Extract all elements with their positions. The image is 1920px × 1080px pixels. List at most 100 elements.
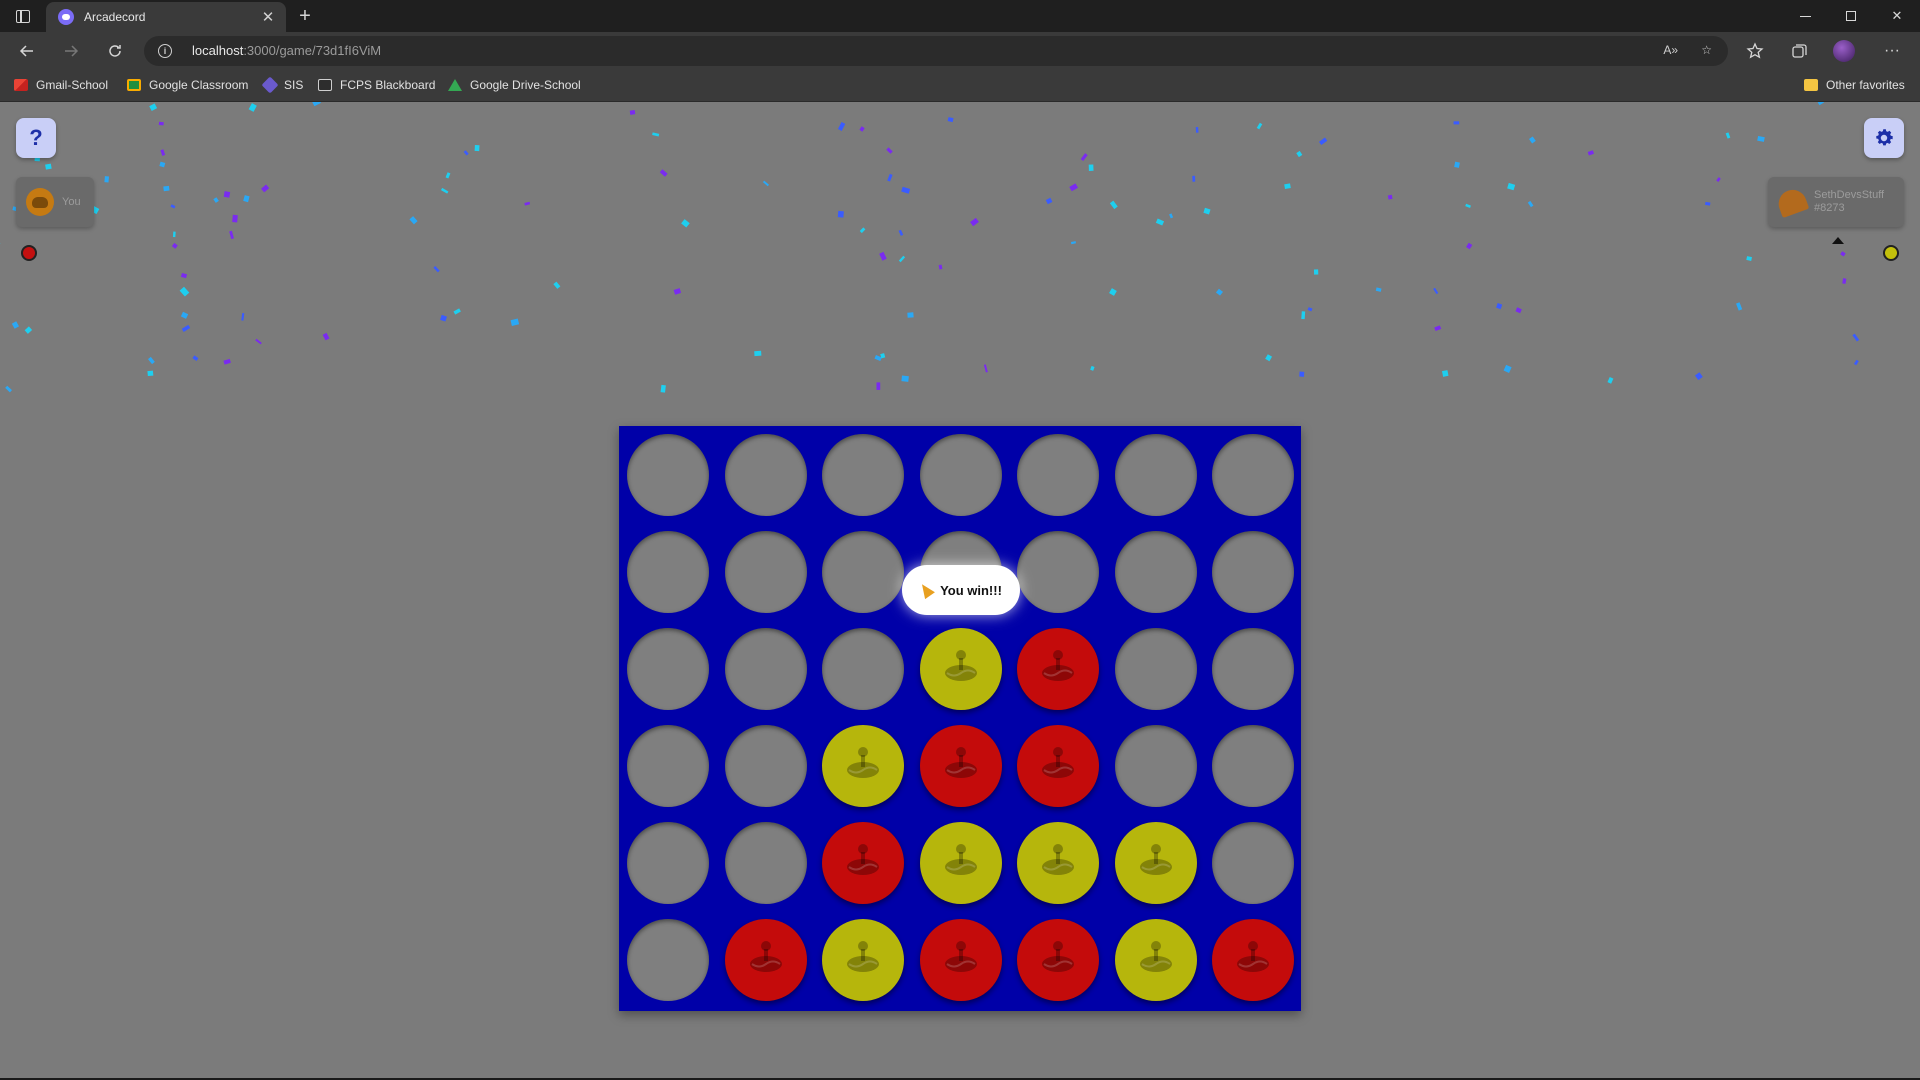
add-favorite-icon[interactable]: ☆ <box>1701 43 1712 57</box>
refresh-button[interactable] <box>100 36 130 66</box>
empty-slot[interactable] <box>1212 531 1294 613</box>
back-button[interactable] <box>12 36 42 66</box>
confetti-piece <box>192 355 199 361</box>
player-name: SethDevsStuff #8273 <box>1814 189 1884 215</box>
empty-slot[interactable] <box>919 434 1002 516</box>
confetti-piece <box>1515 307 1522 314</box>
red-piece <box>724 919 807 1001</box>
confetti-piece <box>1757 135 1765 142</box>
connect-four-board <box>619 426 1301 1011</box>
party-popper-icon <box>917 580 935 600</box>
google-classroom-icon <box>127 79 141 91</box>
new-tab-button[interactable]: + <box>292 4 318 28</box>
settings-and-more-button[interactable]: ··· <box>1878 37 1906 65</box>
empty-slot[interactable] <box>627 919 709 1001</box>
address-bar[interactable]: i localhost:3000/game/73d1fI6ViM A» ☆ <box>144 36 1728 66</box>
bookmark-google-drive-school[interactable]: Google Drive-School <box>448 78 581 92</box>
empty-slot[interactable] <box>1212 725 1294 807</box>
collections-icon[interactable] <box>1785 37 1813 65</box>
more-icon: ··· <box>1884 42 1900 59</box>
yellow-piece <box>1114 822 1197 904</box>
empty-slot[interactable] <box>1114 725 1197 807</box>
empty-slot[interactable] <box>627 531 709 613</box>
confetti-piece <box>104 176 109 183</box>
confetti-piece <box>1496 303 1503 310</box>
empty-slot[interactable] <box>627 628 709 710</box>
other-favorites-folder[interactable]: Other favorites <box>1804 78 1905 92</box>
restore-button[interactable] <box>1828 0 1874 32</box>
bookmark-label: Google Classroom <box>149 78 249 92</box>
confetti-piece <box>453 308 461 315</box>
empty-slot[interactable] <box>1017 531 1099 613</box>
confetti-piece <box>148 356 155 365</box>
confetti-piece <box>160 149 166 156</box>
confetti-piece <box>1215 288 1223 296</box>
tab-close-icon[interactable]: ✕ <box>256 8 280 26</box>
help-button[interactable]: ? <box>16 118 56 158</box>
empty-slot[interactable] <box>1114 531 1197 613</box>
empty-slot[interactable] <box>627 725 709 807</box>
empty-slot[interactable] <box>822 531 904 613</box>
site-info-icon[interactable]: i <box>158 44 172 58</box>
bookmark-google-classroom[interactable]: Google Classroom <box>127 78 248 92</box>
confetti-piece <box>24 326 33 334</box>
confetti-piece <box>229 230 234 240</box>
confetti-piece <box>243 195 250 203</box>
bookmark-fcps-blackboard[interactable]: FCPS Blackboard <box>318 78 435 92</box>
confetti-piece <box>11 321 20 329</box>
confetti-piece <box>445 172 451 179</box>
confetti-piece <box>1070 241 1076 245</box>
confetti-piece <box>311 102 322 107</box>
confetti-piece <box>1301 311 1306 320</box>
win-popup: You win!!! <box>902 565 1020 615</box>
confetti-piece <box>1453 121 1460 125</box>
confetti-piece <box>660 384 666 393</box>
empty-slot[interactable] <box>822 628 904 710</box>
confetti-piece <box>1090 365 1095 371</box>
yellow-piece <box>1114 919 1197 1001</box>
empty-slot[interactable] <box>724 628 807 710</box>
empty-slot[interactable] <box>1212 434 1294 516</box>
confetti-piece <box>1109 200 1118 210</box>
read-aloud-icon[interactable]: A» <box>1663 43 1678 57</box>
bookmark-sis[interactable]: SIS <box>261 76 303 94</box>
empty-slot[interactable] <box>724 531 807 613</box>
bookmark-label: Google Drive-School <box>470 78 581 92</box>
forward-button[interactable] <box>56 36 86 66</box>
confetti-piece <box>1746 256 1752 261</box>
confetti-piece <box>241 313 245 321</box>
settings-button[interactable] <box>1864 118 1904 158</box>
empty-slot[interactable] <box>1212 628 1294 710</box>
confetti-piece <box>440 187 449 194</box>
confetti-piece <box>947 117 954 123</box>
favorites-icon[interactable] <box>1741 37 1769 65</box>
empty-slot[interactable] <box>724 434 807 516</box>
confetti-piece <box>837 121 846 131</box>
tab-actions-icon <box>16 9 30 23</box>
empty-slot[interactable] <box>822 434 904 516</box>
minimize-button[interactable] <box>1782 0 1828 32</box>
bookmark-gmail-school[interactable]: Gmail-School <box>14 78 108 92</box>
yellow-piece <box>919 628 1002 710</box>
tab-arcadecord[interactable]: Arcadecord ✕ <box>46 2 286 32</box>
empty-slot[interactable] <box>1212 822 1294 904</box>
red-piece <box>919 725 1002 807</box>
empty-slot[interactable] <box>724 822 807 904</box>
empty-slot[interactable] <box>1114 434 1197 516</box>
confetti-piece <box>1454 161 1460 168</box>
confetti-piece <box>1853 359 1859 366</box>
url-text[interactable]: localhost:3000/game/73d1fI6ViM <box>192 43 381 58</box>
tab-actions-button[interactable] <box>8 5 38 27</box>
empty-slot[interactable] <box>1114 628 1197 710</box>
empty-slot[interactable] <box>724 725 807 807</box>
confetti-piece <box>463 150 469 156</box>
confetti-piece <box>874 354 882 362</box>
empty-slot[interactable] <box>627 434 709 516</box>
empty-slot[interactable] <box>1017 434 1099 516</box>
close-window-button[interactable]: ✕ <box>1874 0 1920 32</box>
profile-button[interactable] <box>1830 37 1858 65</box>
empty-slot[interactable] <box>627 822 709 904</box>
red-piece <box>1212 919 1294 1001</box>
bookmark-label: Other favorites <box>1826 78 1905 92</box>
discord-avatar-icon <box>26 188 54 216</box>
